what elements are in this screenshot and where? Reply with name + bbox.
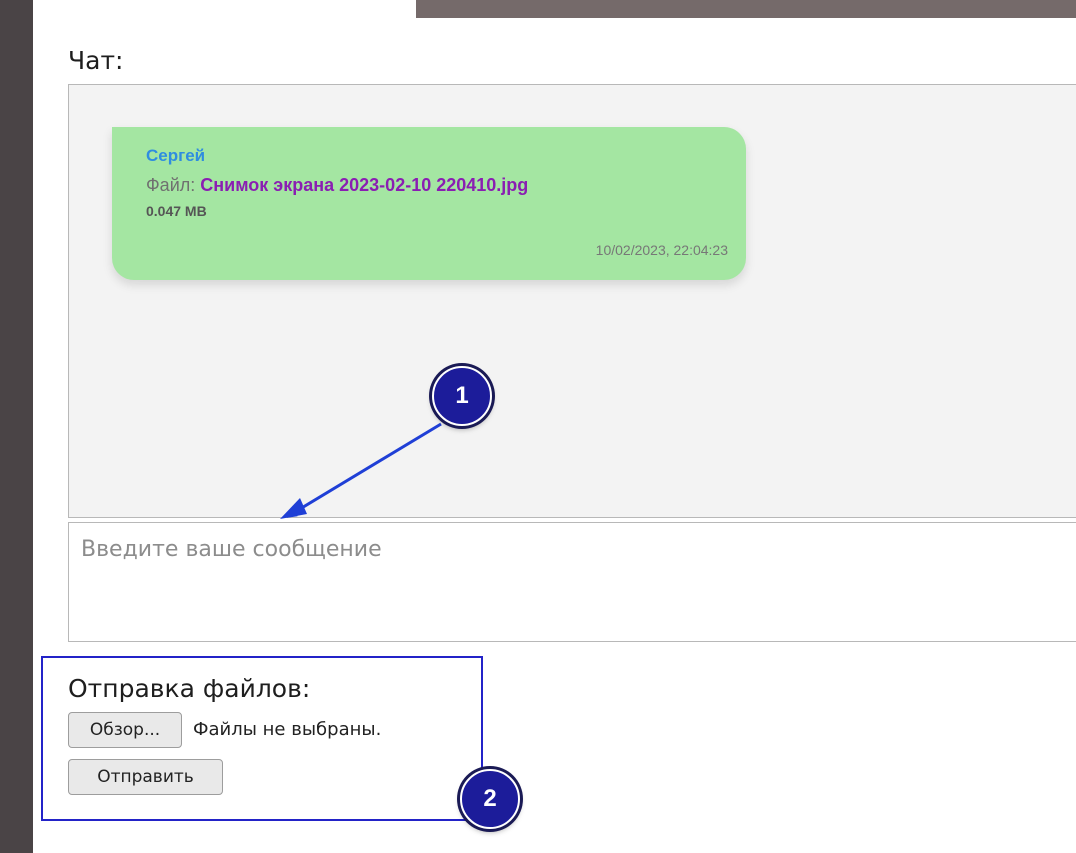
send-file-button[interactable]: Отправить [68,759,223,795]
chat-message: Сергей Файл: Снимок экрана 2023-02-10 22… [112,127,746,280]
file-upload-heading: Отправка файлов: [68,674,311,703]
annotation-badge-1: 1 [432,366,492,426]
message-file-link[interactable]: Снимок экрана 2023-02-10 220410.jpg [200,175,528,195]
no-files-selected-text: Файлы не выбраны. [193,719,382,740]
chat-heading: Чат: [68,46,124,75]
annotation-badge-2: 2 [460,769,520,829]
browse-files-button[interactable]: Обзор... [68,712,182,748]
top-divider-bar [416,0,1076,18]
message-file-prefix: Файл: [146,175,196,195]
message-sender: Сергей [146,146,206,165]
left-border-bar [0,0,33,853]
message-timestamp: 10/02/2023, 22:04:23 [595,242,728,258]
message-input[interactable] [68,522,1076,642]
message-file-row: Файл: Снимок экрана 2023-02-10 220410.jp… [146,174,746,196]
message-file-size: 0.047 MB [146,203,207,219]
